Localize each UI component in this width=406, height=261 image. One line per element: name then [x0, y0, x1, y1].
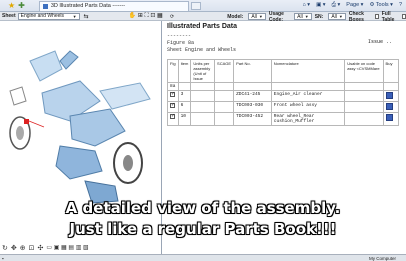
col-header: SCAGE [214, 59, 235, 83]
engine-part[interactable] [55, 145, 103, 180]
status-left-icon: ▪ [2, 255, 4, 261]
table-row: 8a [167, 82, 400, 91]
item-cell: 6 [177, 101, 192, 113]
table-row[interactable]: 10 TDC003-452 Rear wheel_Rear cushion_Mu… [167, 112, 400, 126]
part-no-cell: TDC003-030 [233, 101, 272, 113]
buy-button[interactable] [385, 114, 393, 121]
explode-icon[interactable]: ✣ [38, 244, 44, 252]
table-row[interactable]: 6 TDC003-030 Front wheel assy [167, 101, 400, 113]
status-bar: ▪ My Computer [0, 254, 406, 261]
row-checkbox[interactable] [170, 91, 175, 97]
page-menu[interactable]: Page ▾ [346, 2, 363, 9]
view-preset-icons[interactable]: ▭ ▣ ▦ ▤ ▥ ▧ [46, 244, 88, 252]
table-header-row: Fig Item Units per assembly (Unit of Iss… [167, 59, 400, 83]
sheet-label: Sheet [2, 13, 16, 19]
issue-label: Issue .. [367, 39, 392, 45]
nomenclature-cell: Front wheel assy [270, 101, 346, 113]
row-checkbox[interactable] [170, 113, 175, 119]
browser-tab-bar: ★ ✚ 3D Illustrated Parts Data ------- ⌂ … [0, 0, 406, 12]
zoom-icon[interactable]: ⊕ [20, 244, 26, 252]
pan-icon[interactable]: ✥ [11, 244, 17, 252]
figure-heading: Figure 8a [167, 40, 195, 46]
front-fairing-part[interactable] [29, 50, 63, 82]
floor-panel-part[interactable] [69, 108, 126, 147]
item-cell: 10 [177, 112, 192, 126]
callout-line [28, 120, 45, 128]
caption-line-1: A detailed view of the assembly. [65, 199, 341, 217]
col-header: Buy [382, 59, 400, 83]
model-label: Model: [227, 13, 244, 20]
table-row[interactable]: 3 ZDC41-245 Engine_Air cleaner [167, 90, 400, 102]
headlight-part[interactable] [9, 86, 27, 106]
add-favorites-icon[interactable]: ✚ [18, 1, 25, 10]
sn-label: SN: [314, 13, 324, 20]
check-boxes-checkbox[interactable] [374, 14, 379, 19]
tab-title: 3D Illustrated Parts Data ------- [50, 3, 126, 9]
buy-button[interactable] [385, 92, 393, 99]
col-header: Nomenclature [270, 59, 346, 83]
help-icon[interactable]: ? [399, 2, 402, 9]
part-no-cell: TDC003-452 [233, 112, 272, 126]
col-header: Usable on code assy <CVSMMare [344, 59, 384, 83]
seat-part[interactable] [99, 82, 151, 110]
col-header: Part No. [233, 59, 272, 83]
app-toolbar: Sheet Engine and Wheels ▼ ⇆ ✋ ⊞ ⛶ ⊡ ▦ ⟳ M… [0, 11, 406, 23]
home-icon[interactable]: ⌂ ▾ [302, 2, 310, 9]
print-icon[interactable]: ⎙ ▾ [332, 2, 341, 9]
buy-button[interactable] [385, 103, 393, 110]
nomenclature-cell: Rear wheel_Rear cushion_Muffler [270, 112, 346, 126]
navigate-icon[interactable]: ⇆ [84, 13, 89, 20]
rotate-icon[interactable]: ↻ [2, 244, 8, 252]
sn-select[interactable]: All ▼ [328, 13, 346, 20]
fig-cell: 8a [167, 82, 179, 91]
row-checkbox[interactable] [170, 102, 175, 108]
nomenclature-cell: Engine_Air cleaner [270, 90, 346, 102]
command-bar: ⌂ ▾ ▣ ▾ ⎙ ▾ Page ▾ ⚙ Tools ▾ ? [302, 2, 402, 9]
motorcycle-exploded-illustration[interactable] [0, 21, 162, 221]
usage-code-select[interactable]: All ▼ [294, 13, 312, 20]
viewer-tool-icons[interactable]: ✋ ⊞ ⛶ ⊡ ▦ [129, 12, 163, 20]
panel-divider-text: -------- [167, 33, 192, 39]
model-select[interactable]: All ▼ [248, 13, 266, 20]
col-header: Fig [167, 59, 179, 83]
browser-tab[interactable]: 3D Illustrated Parts Data ------- [38, 0, 189, 11]
caption-line-2: Just like a regular Parts Book!!! [69, 220, 337, 238]
favorites-star-icon[interactable]: ★ [8, 1, 15, 10]
panel-title: Illustrated Parts Data [167, 23, 238, 30]
fit-icon[interactable]: ⊡ [29, 244, 35, 252]
sheet-heading: Sheet Engine and Wheels [167, 47, 237, 53]
tools-menu[interactable]: ⚙ Tools ▾ [369, 2, 393, 9]
viewer-toolbar: ↻ ✥ ⊕ ⊡ ✣ ▭ ▣ ▦ ▤ ▥ ▧ [2, 244, 89, 252]
front-hub-part[interactable] [16, 126, 24, 140]
item-cell: 3 [177, 90, 192, 102]
handlebar-part[interactable] [59, 50, 79, 70]
part-no-cell: ZDC41-245 [233, 90, 272, 102]
refresh-icon[interactable]: ⟳ [170, 14, 174, 20]
feeds-icon[interactable]: ▣ ▾ [316, 2, 326, 9]
sheet-select[interactable]: Engine and Wheels ▼ [17, 12, 80, 20]
full-table-checkbox[interactable] [402, 14, 406, 19]
new-tab-button[interactable] [190, 1, 201, 10]
page-icon [42, 3, 48, 9]
status-zone: My Computer [368, 255, 396, 261]
parts-table: Fig Item Units per assembly (Unit of Iss… [167, 59, 400, 126]
rear-hub-part[interactable] [123, 155, 133, 171]
col-header: Units per assembly (Unit of Issue [190, 59, 216, 83]
callout-marker[interactable] [24, 119, 29, 124]
col-header: Item [177, 59, 192, 83]
